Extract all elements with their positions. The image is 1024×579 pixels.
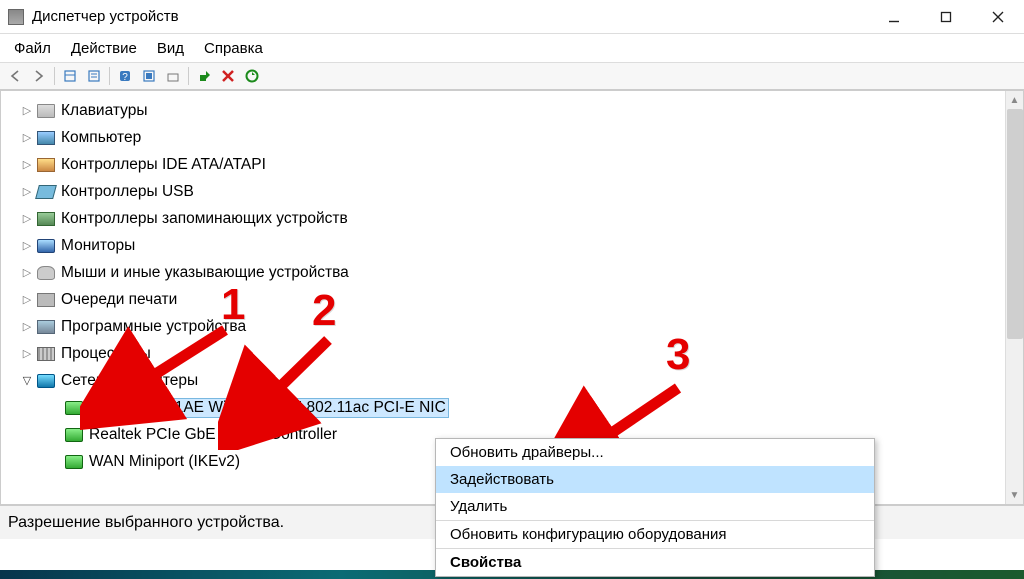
expander-icon[interactable] (19, 158, 35, 171)
scrollbar-vertical[interactable]: ▲ ▼ (1005, 91, 1023, 504)
tree-item-label: Очереди печати (61, 291, 177, 309)
tree-item-label: Контроллеры USB (61, 183, 194, 201)
device-category-icon (37, 212, 55, 226)
context-menu-item[interactable]: Свойства (436, 549, 874, 576)
window-title: Диспетчер устройств (32, 8, 868, 25)
menu-view[interactable]: Вид (149, 38, 192, 59)
tree-item[interactable]: Контроллеры USB (1, 178, 1023, 205)
tree-item[interactable]: Процессоры (1, 340, 1023, 367)
tree-item-label: Процессоры (61, 345, 151, 363)
tree-item[interactable]: Программные устройства (1, 313, 1023, 340)
device-category-icon (37, 293, 55, 307)
scroll-thumb[interactable] (1007, 109, 1023, 339)
tree-item-label: Realtek PCIe GbE Family Controller (89, 426, 337, 444)
close-button[interactable] (972, 0, 1024, 33)
device-icon (65, 455, 83, 469)
context-menu-item[interactable]: Обновить конфигурацию оборудования (436, 521, 874, 548)
menu-action[interactable]: Действие (63, 38, 145, 59)
device-category-icon (35, 185, 57, 199)
titlebar: Диспетчер устройств (0, 0, 1024, 34)
device-category-icon (37, 158, 55, 172)
toolbar-back[interactable] (4, 65, 26, 87)
toolbar-forward[interactable] (28, 65, 50, 87)
tree-item-label: Клавиатуры (61, 102, 147, 120)
toolbar-scan[interactable] (241, 65, 263, 87)
toolbar-properties[interactable] (138, 65, 160, 87)
toolbar-delete[interactable] (217, 65, 239, 87)
expander-icon[interactable] (19, 374, 35, 387)
device-category-icon (37, 266, 55, 280)
expander-icon[interactable] (19, 293, 35, 306)
tree-item-label: Контроллеры IDE ATA/ATAPI (61, 156, 266, 174)
toolbar-uninstall[interactable] (162, 65, 184, 87)
toolbar-view[interactable] (83, 65, 105, 87)
tree-item[interactable]: Сетевые адаптеры (1, 367, 1023, 394)
menubar: Файл Действие Вид Справка (0, 34, 1024, 62)
expander-icon[interactable] (19, 131, 35, 144)
context-menu-item[interactable]: Задействовать (436, 466, 874, 493)
toolbar-separator (188, 67, 189, 85)
toolbar-help[interactable]: ? (114, 65, 136, 87)
expander-icon[interactable] (19, 239, 35, 252)
tree-item-label: Мыши и иные указывающие устройства (61, 264, 349, 282)
app-icon (8, 9, 24, 25)
tree-item-label: WAN Miniport (IKEv2) (89, 453, 240, 471)
expander-icon[interactable] (19, 266, 35, 279)
device-category-icon (37, 239, 55, 253)
expander-icon[interactable] (19, 212, 35, 225)
tree-child-item[interactable]: Realtek 8821AE Wireless LAN 802.11ac PCI… (1, 394, 1023, 421)
device-tree[interactable]: Клавиатуры Компьютер Контроллеры IDE ATA/A… (1, 91, 1023, 475)
device-icon (65, 428, 83, 442)
device-category-icon (37, 320, 55, 334)
expander-icon[interactable] (19, 347, 35, 360)
tree-item[interactable]: Контроллеры запоминающих устройств (1, 205, 1023, 232)
expander-icon[interactable] (19, 185, 35, 198)
tree-item[interactable]: Контроллеры IDE ATA/ATAPI (1, 151, 1023, 178)
tree-item-label: Сетевые адаптеры (61, 372, 198, 390)
window-controls (868, 0, 1024, 33)
tree-item-label: Мониторы (61, 237, 135, 255)
svg-text:?: ? (122, 72, 128, 83)
context-menu-item[interactable]: Удалить (436, 493, 874, 520)
minimize-button[interactable] (868, 0, 920, 33)
tree-item[interactable]: Мыши и иные указывающие устройства (1, 259, 1023, 286)
device-category-icon (37, 347, 55, 361)
maximize-button[interactable] (920, 0, 972, 33)
tree-item-label: Realtek 8821AE Wireless LAN 802.11ac PCI… (89, 398, 449, 418)
tree-item-label: Контроллеры запоминающих устройств (61, 210, 348, 228)
device-icon (65, 401, 83, 415)
toolbar-separator (54, 67, 55, 85)
expander-icon[interactable] (19, 104, 35, 117)
menu-help[interactable]: Справка (196, 38, 271, 59)
tree-item[interactable]: Мониторы (1, 232, 1023, 259)
tree-item-label: Программные устройства (61, 318, 246, 336)
scroll-up-icon[interactable]: ▲ (1006, 91, 1023, 109)
toolbar-separator (109, 67, 110, 85)
toolbar-show-hidden[interactable] (59, 65, 81, 87)
tree-item[interactable]: Очереди печати (1, 286, 1023, 313)
menu-file[interactable]: Файл (6, 38, 59, 59)
device-category-icon (37, 104, 55, 118)
device-category-icon (37, 131, 55, 145)
toolbar: ? (0, 62, 1024, 90)
context-menu: Обновить драйверы...ЗадействоватьУдалить… (435, 438, 875, 577)
tree-item[interactable]: Клавиатуры (1, 97, 1023, 124)
tree-item[interactable]: Компьютер (1, 124, 1023, 151)
device-category-icon (37, 374, 55, 388)
statusbar-text: Разрешение выбранного устройства. (8, 514, 284, 532)
context-menu-item[interactable]: Обновить драйверы... (436, 439, 874, 466)
expander-icon[interactable] (19, 320, 35, 333)
scroll-down-icon[interactable]: ▼ (1006, 486, 1023, 504)
tree-item-label: Компьютер (61, 129, 141, 147)
toolbar-enable[interactable] (193, 65, 215, 87)
